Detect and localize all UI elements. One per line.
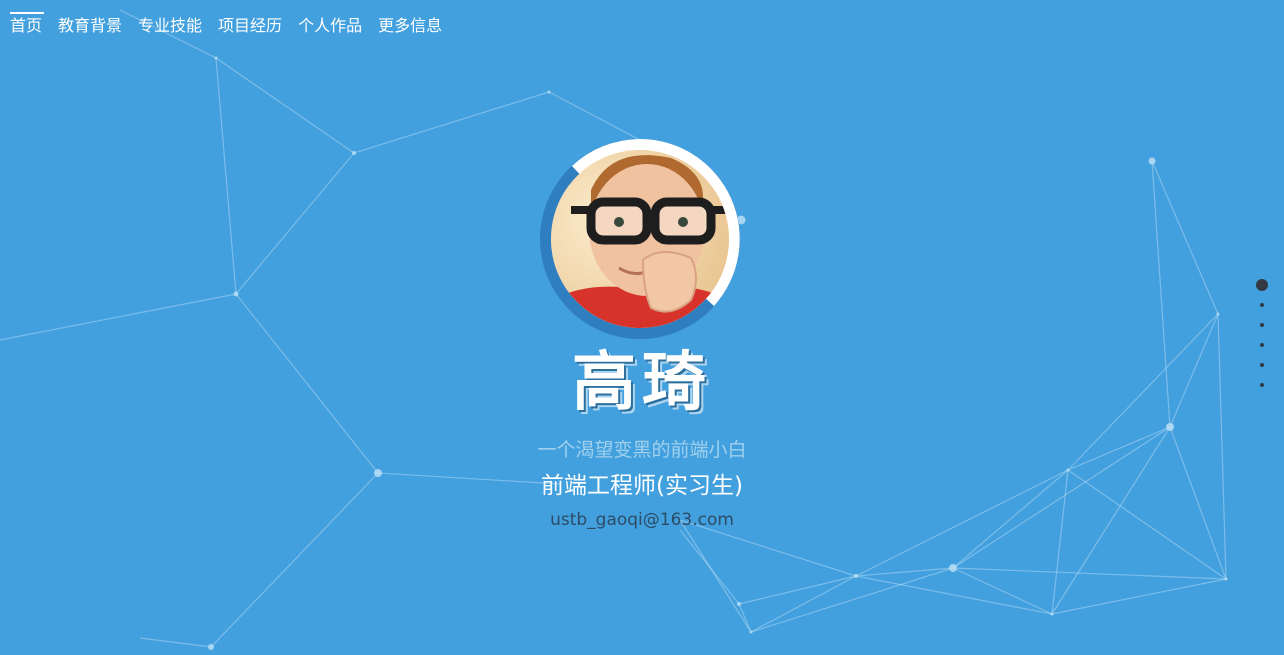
profile-name: 高琦 <box>572 346 712 420</box>
pager-dot-6[interactable] <box>1260 383 1264 387</box>
page: 首页 教育背景 专业技能 项目经历 个人作品 更多信息 高琦 一个渴望变黑的前端… <box>0 0 1284 655</box>
pager-dot-4[interactable] <box>1260 343 1264 347</box>
avatar <box>539 138 741 340</box>
nav-item-skills[interactable]: 专业技能 <box>138 12 210 40</box>
profile-tagline: 一个渴望变黑的前端小白 <box>537 439 747 461</box>
profile-email[interactable]: ustb_gaoqi@163.com <box>0 509 1284 531</box>
nav-item-home[interactable]: 首页 <box>10 12 50 40</box>
nav-item-education[interactable]: 教育背景 <box>58 12 130 40</box>
nav-item-works[interactable]: 个人作品 <box>298 12 370 40</box>
nav-item-more-info[interactable]: 更多信息 <box>378 12 450 40</box>
pager-dot-2[interactable] <box>1260 303 1264 307</box>
pager-dot-3[interactable] <box>1260 323 1264 327</box>
child-with-glasses-avatar-icon <box>551 150 729 328</box>
nav-item-projects[interactable]: 项目经历 <box>218 12 290 40</box>
pager-dot-1[interactable] <box>1256 279 1268 291</box>
pager-dot-5[interactable] <box>1260 363 1264 367</box>
section-pager <box>1253 279 1271 391</box>
top-nav: 首页 教育背景 专业技能 项目经历 个人作品 更多信息 <box>10 12 458 40</box>
profile-role: 前端工程师(实习生) <box>541 473 743 499</box>
